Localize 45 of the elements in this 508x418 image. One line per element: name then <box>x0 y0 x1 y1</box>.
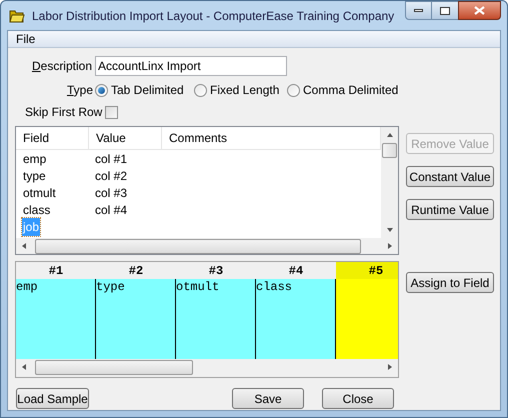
maximize-button[interactable] <box>432 1 458 20</box>
window-title: Labor Distribution Import Layout - ComputerEase Training Company <box>32 8 394 24</box>
column-header[interactable]: Field <box>16 127 89 149</box>
skip-first-row-label: Skip First Row <box>25 104 102 121</box>
scroll-thumb[interactable] <box>35 238 361 254</box>
description-field[interactable]: AccountLinx Import <box>95 56 287 76</box>
scroll-thumb[interactable] <box>382 143 397 158</box>
list-cell-text: col #2 <box>95 168 128 184</box>
radio-label[interactable]: Tab Delimited <box>111 81 184 99</box>
grid-cell[interactable]: emp <box>16 279 96 359</box>
button[interactable]: Close <box>322 388 394 409</box>
button[interactable]: Load Sample <box>16 388 89 409</box>
button[interactable]: Save <box>232 388 304 409</box>
radio-label[interactable]: Comma Delimited <box>303 81 398 99</box>
menu-item[interactable]: File <box>16 30 36 48</box>
folder-icon <box>9 8 25 22</box>
checkbox[interactable] <box>105 106 118 118</box>
close-icon <box>474 6 485 15</box>
grid-cell[interactable] <box>336 279 398 359</box>
column-header[interactable]: Value <box>89 127 162 149</box>
radio-label[interactable]: Fixed Length <box>210 81 280 99</box>
list-cell[interactable]: class <box>22 200 52 218</box>
minimize-button[interactable] <box>405 1 432 20</box>
grid-column-header[interactable]: #5 <box>336 262 398 279</box>
list-cell[interactable]: otmult <box>22 184 57 202</box>
list-cell[interactable]: emp <box>22 150 48 168</box>
scroll-thumb[interactable] <box>35 360 193 374</box>
button[interactable]: Constant Value <box>406 166 494 187</box>
list-cell-text: col #3 <box>95 184 128 202</box>
description-label: Description <box>32 58 92 74</box>
grid-cell[interactable]: type <box>96 279 176 359</box>
grid-cell[interactable]: class <box>256 279 336 359</box>
button[interactable]: Runtime Value <box>406 199 494 220</box>
type-label: Type <box>66 82 93 99</box>
list-cell-text: col #1 <box>95 150 128 168</box>
radio-button[interactable] <box>194 84 207 96</box>
list-cell-text: col #4 <box>95 202 128 218</box>
radio-button[interactable] <box>287 84 300 96</box>
close-button[interactable] <box>458 1 501 20</box>
horizontal-scrollbar[interactable] <box>16 238 398 254</box>
list-cell[interactable]: type <box>22 166 47 184</box>
grid-cell[interactable]: otmult <box>176 279 256 359</box>
button[interactable]: Assign to Field <box>406 272 494 293</box>
vertical-scrollbar[interactable] <box>381 127 398 238</box>
radio-button[interactable] <box>95 84 108 96</box>
